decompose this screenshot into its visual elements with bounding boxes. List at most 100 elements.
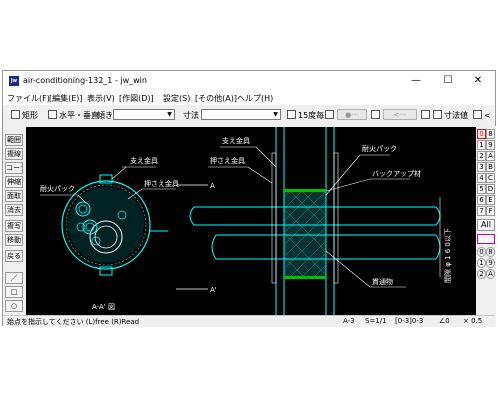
layer-3[interactable]: 3 [477,162,486,172]
app-window: jw air-conditioning-132_1 - jw_win — ☐ ✕… [2,70,496,327]
bracket-right [333,152,339,284]
layer-d[interactable]: D [486,184,495,194]
tool-offset[interactable]: 複線 [5,148,23,160]
deg15-label: 15度毎 [298,111,325,120]
circle-checkbox[interactable] [325,110,336,120]
status-bar: 始点を指示してください (L)free (R)Read A-3 S=1/1 [0… [3,315,495,327]
layer-5[interactable]: 5 [477,184,486,194]
layer-0[interactable]: 0 [477,129,486,139]
leader-support-r [255,146,277,168]
layer-2[interactable]: 2 [477,151,486,161]
maximize-button[interactable]: ☐ [435,74,461,88]
menu-edit[interactable]: [編集(E)] [49,93,83,104]
slope-label: 傾き [97,111,113,120]
title-bar: jw air-conditioning-132_1 - jw_win — ☐ ✕ [3,71,495,91]
label-a-prime: A' [210,286,217,294]
elevation-view: A A' 支え金具 押さえ金具 耐火パック バックアップ材 貫通物 間隙 φ 1… [176,127,452,315]
leader-press-r [247,166,273,184]
dimval-checkbox[interactable] [421,110,432,120]
tool-range[interactable]: 範囲 [5,134,23,146]
fire-pack-fill [68,187,144,263]
layer-7[interactable]: 7 [477,206,486,216]
group-a[interactable]: A [486,269,495,279]
slope-combo[interactable]: ▼ [113,109,175,120]
group-9[interactable]: 9 [486,258,495,268]
menu-draw[interactable]: [作図(D)] [119,93,154,104]
layer-a[interactable]: A [486,151,495,161]
dim-combo[interactable]: ▼ [201,109,281,120]
status-zoom[interactable]: × 0.5 [463,317,482,325]
menu-view[interactable]: 表示(V) [87,93,115,104]
group-8[interactable]: 8 [486,247,495,257]
leader-backup [325,178,371,192]
status-scale[interactable]: S=1/1 [365,317,387,325]
label-support-left: 支え金具 [130,156,158,165]
layer-f[interactable]: F [486,206,495,216]
leader-support [111,166,127,180]
last-label: < [484,111,491,120]
layer-9[interactable]: 9 [486,140,495,150]
label-fire-left: 耐火パック [40,184,75,193]
label-backup: バックアップ材 [372,169,421,178]
backup-band-top [284,189,326,192]
circle-dash-button[interactable]: ●--- [337,109,367,120]
layer-all-button[interactable]: All [477,219,495,231]
layer-bar: 0 8 1 9 2 A 3 B 4 C 5 D 6 E 7 F All 0 8 … [477,126,496,326]
leader-through [325,250,371,288]
tool-chamfer[interactable]: 面取 [5,190,23,202]
label-clearance: 間隙 φ 1 6 0以下 [443,228,452,283]
section-view: 支え金具 押さえ金具 耐火パック A-A' 図 [40,156,179,311]
menu-other[interactable]: [その他(A)] [195,93,237,104]
tool-undo[interactable]: 戻る [5,250,23,262]
arrow-dash-button[interactable]: <--- [383,109,417,120]
close-button[interactable]: ✕ [465,74,491,88]
group-0[interactable]: 0 [477,247,486,257]
tool-circle[interactable]: ○ [5,300,23,312]
horiz-vert-checkbox[interactable]: 水平・垂直 [48,110,99,121]
tool-stretch[interactable]: 伸縮 [5,176,23,188]
backup-band-bottom [284,276,326,279]
layer-4[interactable]: 4 [477,173,486,183]
menu-settings[interactable]: 設定(S) [163,93,190,104]
arrow-checkbox[interactable] [371,110,382,120]
fire-pack-block [283,190,327,278]
status-angle[interactable]: ∠0 [439,317,450,325]
status-paper[interactable]: A-3 [343,317,355,325]
label-press-left: 押さえ金具 [144,179,179,188]
rect-checkbox[interactable]: 矩形 [11,110,38,121]
deg15-checkbox[interactable]: 15度毎 [287,110,324,121]
drawing-canvas[interactable]: 支え金具 押さえ金具 耐火パック A-A' 図 A A' 支え金具 押さえ金具 … [26,127,476,315]
layer-e[interactable]: E [486,195,495,205]
bracket-left [271,152,277,284]
tool-copy[interactable]: 複写 [5,220,23,232]
layer-b[interactable]: B [486,162,495,172]
tool-corner[interactable]: コーナー [5,162,23,174]
group-2[interactable]: 2 [477,269,486,279]
tool-move[interactable]: 移動 [5,234,23,246]
label-press-right: 押さえ金具 [210,156,245,165]
layer-c[interactable]: C [486,173,495,183]
dimval-checkbox-2[interactable]: 寸法値 [433,110,468,121]
tool-erase[interactable]: 消去 [5,204,23,216]
label-a: A [210,182,215,190]
menu-help[interactable]: ヘルプ(H) [237,93,273,104]
layer-8[interactable]: 8 [486,129,495,139]
tool-rect[interactable]: □ [5,286,23,298]
dimval-label: 寸法値 [444,111,468,120]
tool-line[interactable]: ／ [5,272,23,284]
layer-1[interactable]: 1 [477,140,486,150]
rect-label: 矩形 [22,111,38,120]
last-checkbox[interactable]: < [473,110,491,120]
label-fire-right: 耐火パック [362,144,397,153]
label-support-right: 支え金具 [222,136,250,145]
chevron-down-icon: ▼ [167,111,172,118]
layer-6[interactable]: 6 [477,195,486,205]
cad-drawing: 支え金具 押さえ金具 耐火パック A-A' 図 A A' 支え金具 押さえ金具 … [40,127,452,315]
minimize-button[interactable]: — [403,74,429,88]
menu-file[interactable]: ファイル(F) [7,93,50,104]
window-title: air-conditioning-132_1 - jw_win [23,76,147,85]
label-section: A-A' 図 [92,303,115,311]
leader-fire-r [325,154,361,196]
status-layer[interactable]: [0-3]0-3 [395,317,423,325]
group-1[interactable]: 1 [477,258,486,268]
